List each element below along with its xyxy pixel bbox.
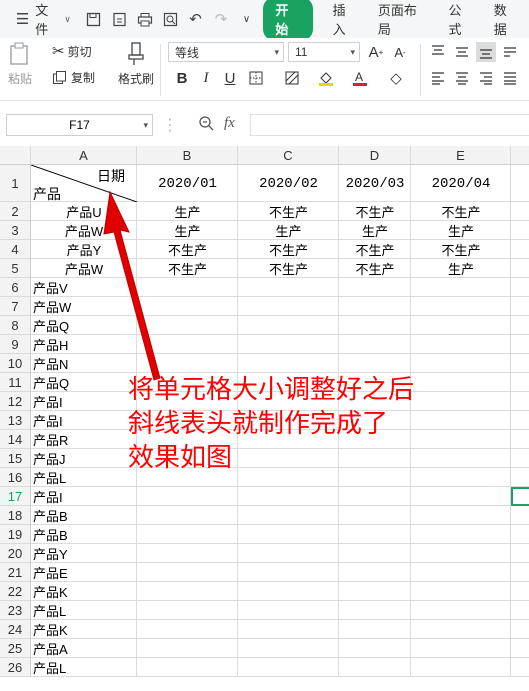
annotation-line-3: 效果如图 (128, 443, 233, 473)
annotation-line-1: 将单元格大小调整好之后 (128, 375, 415, 405)
annotation-arrow (103, 190, 161, 381)
annotation-line-2: 斜线表头就制作完成了 (128, 409, 389, 439)
